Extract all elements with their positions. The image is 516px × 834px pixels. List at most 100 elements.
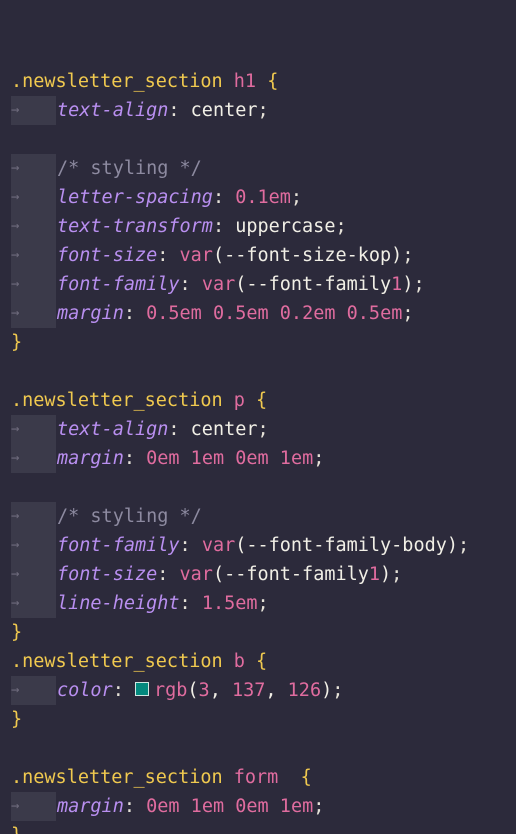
property-name: text-align	[57, 419, 169, 440]
semicolon: ;	[257, 593, 269, 614]
colon: :	[157, 245, 180, 266]
colon: :	[112, 680, 135, 701]
indent-guide	[11, 444, 56, 473]
code-line[interactable]: font-size: var(--font-family1);	[0, 560, 516, 589]
code-line[interactable]: margin: 0em 1em 0em 1em;	[0, 792, 516, 821]
property-name: font-family	[57, 535, 180, 556]
code-line[interactable]: /* styling */	[0, 154, 516, 183]
open-brace: {	[256, 390, 268, 411]
code-line[interactable]	[0, 357, 516, 386]
code-line[interactable]: }	[0, 328, 516, 357]
code-line[interactable]: }	[0, 705, 516, 734]
selector-tag: b	[233, 651, 245, 672]
selector-tag: p	[233, 390, 245, 411]
code-line[interactable]: font-family: var(--font-family-body);	[0, 531, 516, 560]
value-token: rgb	[153, 680, 188, 701]
indent-guide	[11, 531, 56, 560]
code-line[interactable]: font-size: var(--font-size-kop);	[0, 241, 516, 270]
property-name: font-size	[57, 564, 158, 585]
value-token: var	[179, 245, 213, 266]
value-token	[202, 303, 213, 324]
color-swatch-icon[interactable]	[134, 682, 149, 696]
indent-guide	[11, 792, 56, 821]
value-token: var	[201, 274, 236, 295]
code-line[interactable]: letter-spacing: 0.1em;	[0, 183, 516, 212]
code-line[interactable]: .newsletter_section b {	[0, 647, 516, 676]
code-line[interactable]: }	[0, 821, 516, 834]
code-line[interactable]	[0, 38, 516, 67]
indent-guide	[11, 154, 56, 183]
code-line[interactable]: line-height: 1.5em;	[0, 589, 516, 618]
colon: :	[168, 100, 191, 121]
code-line[interactable]	[0, 125, 516, 154]
value-token: (	[187, 680, 199, 701]
code-comment: /* styling */	[57, 506, 202, 527]
value-token: 0.5	[146, 303, 180, 324]
value-token: 0	[146, 448, 158, 469]
indent-guide	[11, 415, 56, 444]
value-token	[269, 303, 280, 324]
code-line[interactable]: .newsletter_section p {	[0, 386, 516, 415]
value-token: em	[201, 448, 225, 469]
colon: :	[212, 216, 236, 237]
value-token: em	[290, 448, 314, 469]
indent-guide	[11, 299, 56, 328]
code-line[interactable]: margin: 0em 1em 0em 1em;	[0, 444, 516, 473]
code-line[interactable]	[0, 734, 516, 763]
code-line[interactable]: text-transform: uppercase;	[0, 212, 516, 241]
semicolon: ;	[335, 216, 347, 237]
value-token: em	[268, 187, 291, 208]
value-token	[180, 796, 191, 817]
property-name: color	[57, 680, 113, 701]
code-line[interactable]: font-family: var(--font-family1);	[0, 270, 516, 299]
code-line[interactable]: text-align: center;	[0, 415, 516, 444]
semicolon: ;	[313, 448, 325, 469]
value-token	[224, 796, 235, 817]
code-line[interactable]: /* styling */	[0, 502, 516, 531]
colon: :	[123, 303, 147, 324]
code-line[interactable]: text-align: center;	[0, 96, 516, 125]
value-token: 1	[368, 564, 381, 585]
code-editor[interactable]: .newsletter_section h1 {text-align: cent…	[0, 0, 516, 834]
value-token: 0	[235, 796, 247, 817]
value-token	[224, 448, 235, 469]
value-token: 0	[235, 448, 247, 469]
indent-guide	[11, 183, 56, 212]
value-token: )	[402, 274, 414, 295]
value-token: center	[190, 419, 258, 440]
colon: :	[168, 419, 191, 440]
value-token	[180, 448, 191, 469]
value-token: (--font-size-kop)	[212, 245, 403, 266]
property-name: line-height	[57, 593, 180, 614]
code-line[interactable]: .newsletter_section h1 {	[0, 67, 516, 96]
code-line[interactable]	[0, 473, 516, 502]
close-brace: }	[11, 825, 22, 834]
semicolon: ;	[402, 303, 414, 324]
code-line[interactable]: margin: 0.5em 0.5em 0.2em 0.5em;	[0, 299, 516, 328]
property-name: text-align	[57, 100, 169, 121]
colon: :	[179, 535, 202, 556]
selector-tag: h1	[233, 71, 257, 92]
value-token: ,	[209, 680, 232, 701]
value-token: center	[190, 100, 258, 121]
code-line[interactable]: color: rgb(3, 137, 126);	[0, 676, 516, 705]
code-line[interactable]: }	[0, 618, 516, 647]
value-token: em	[246, 448, 269, 469]
value-token: )	[380, 564, 392, 585]
value-token: 1	[190, 796, 202, 817]
value-token: 1	[279, 796, 291, 817]
value-token: 0.1	[235, 187, 269, 208]
indent-guide	[11, 502, 56, 531]
value-token	[269, 796, 280, 817]
indent-guide	[11, 96, 56, 125]
selector-class: .newsletter_section	[11, 71, 223, 92]
value-token: em	[246, 796, 269, 817]
code-line[interactable]: .newsletter_section form {	[0, 763, 516, 792]
value-token	[269, 448, 280, 469]
close-brace: }	[11, 622, 23, 643]
